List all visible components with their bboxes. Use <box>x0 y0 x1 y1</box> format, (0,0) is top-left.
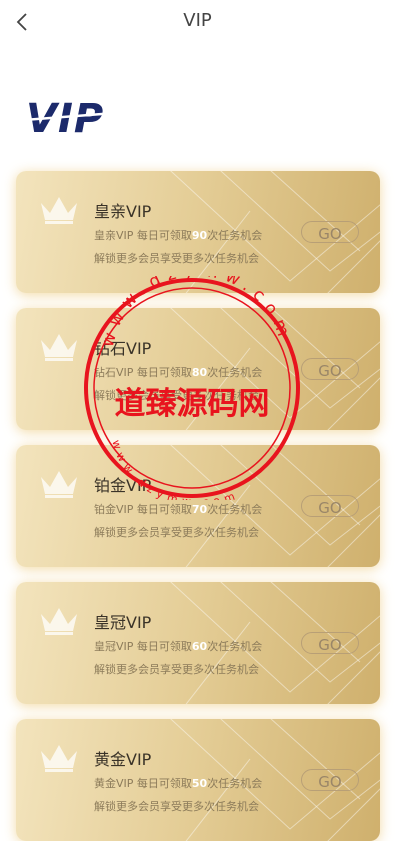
card-description: 皇亲VIP 每日可领取90次任务机会 <box>94 229 263 242</box>
vip-card[interactable]: 皇亲VIP 皇亲VIP 每日可领取90次任务机会 解锁更多会员享受更多次任务机会… <box>16 171 380 293</box>
go-button[interactable]: GO <box>301 769 359 791</box>
card-title: 皇亲VIP <box>94 202 152 221</box>
vip-card[interactable]: 铂金VIP 铂金VIP 每日可领取70次任务机会 解锁更多会员享受更多次任务机会… <box>16 445 380 567</box>
page-title: VIP <box>183 10 212 31</box>
card-subtitle: 解锁更多会员享受更多次任务机会 <box>94 252 259 265</box>
card-title: 钻石VIP <box>94 339 152 358</box>
task-count: 50 <box>191 777 208 790</box>
card-description: 钻石VIP 每日可领取80次任务机会 <box>94 366 263 379</box>
vip-card[interactable]: 钻石VIP 钻石VIP 每日可领取80次任务机会 解锁更多会员享受更多次任务机会… <box>16 308 380 430</box>
crown-icon <box>41 334 77 361</box>
crown-icon <box>41 608 77 635</box>
task-count: 60 <box>191 640 208 653</box>
card-subtitle: 解锁更多会员享受更多次任务机会 <box>94 800 259 813</box>
top-bar: VIP <box>0 0 395 44</box>
card-subtitle: 解锁更多会员享受更多次任务机会 <box>94 389 259 402</box>
task-count: 80 <box>191 366 208 379</box>
card-title: 皇冠VIP <box>94 613 152 632</box>
go-button[interactable]: GO <box>301 358 359 380</box>
card-description: 黄金VIP 每日可领取50次任务机会 <box>94 777 263 790</box>
go-button[interactable]: GO <box>301 632 359 654</box>
go-button[interactable]: GO <box>301 221 359 243</box>
card-description: 铂金VIP 每日可领取70次任务机会 <box>94 503 263 516</box>
card-title: 黄金VIP <box>94 750 152 769</box>
go-button[interactable]: GO <box>301 495 359 517</box>
vip-card[interactable]: 黄金VIP 黄金VIP 每日可领取50次任务机会 解锁更多会员享受更多次任务机会… <box>16 719 380 841</box>
card-subtitle: 解锁更多会员享受更多次任务机会 <box>94 663 259 676</box>
crown-icon <box>41 745 77 772</box>
crown-icon <box>41 471 77 498</box>
vip-logo: VIP <box>24 96 128 140</box>
card-title: 铂金VIP <box>94 476 152 495</box>
vip-card[interactable]: 皇冠VIP 皇冠VIP 每日可领取60次任务机会 解锁更多会员享受更多次任务机会… <box>16 582 380 704</box>
task-count: 70 <box>191 503 208 516</box>
task-count: 90 <box>191 229 208 242</box>
crown-icon <box>41 197 77 224</box>
card-subtitle: 解锁更多会员享受更多次任务机会 <box>94 526 259 539</box>
card-description: 皇冠VIP 每日可领取60次任务机会 <box>94 640 263 653</box>
